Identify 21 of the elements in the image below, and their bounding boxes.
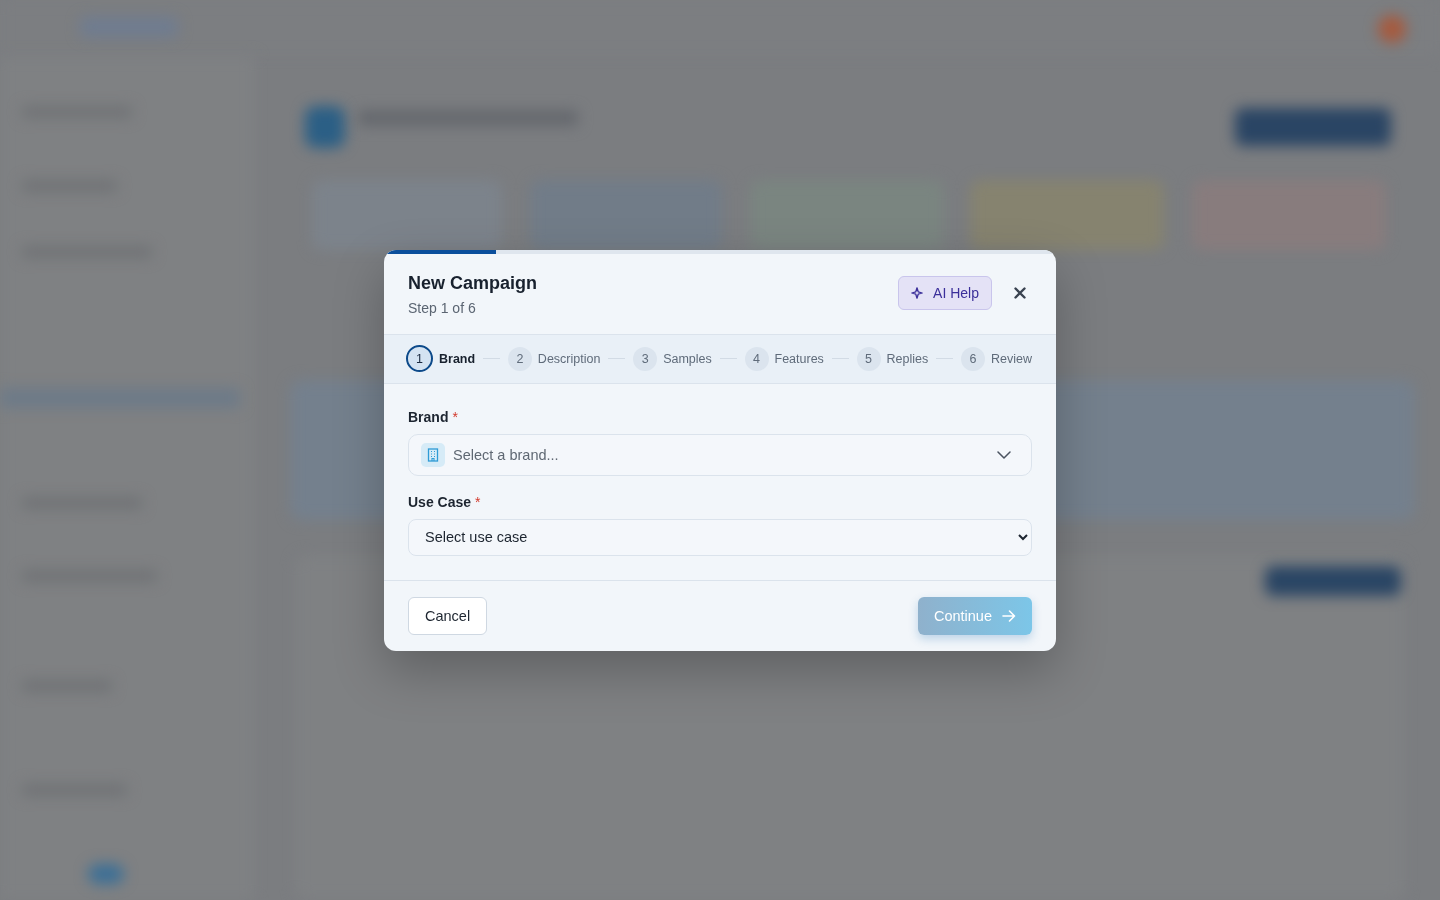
arrow-right-icon: [1002, 609, 1016, 622]
step-tab[interactable]: 4 Features: [744, 346, 824, 371]
step-tab[interactable]: 5 Replies: [856, 346, 929, 371]
sparkle-icon: [911, 286, 924, 299]
brand-select[interactable]: Select a brand...: [408, 433, 1032, 476]
field-label: Use Case: [408, 492, 472, 511]
close-icon: [1014, 286, 1026, 299]
step-tab[interactable]: 6 Review: [961, 346, 1032, 371]
dialog-subtitle: Step 1 of 6: [408, 299, 477, 317]
building-icon: [421, 442, 445, 467]
cancel-button[interactable]: Cancel: [408, 596, 488, 635]
step-tab[interactable]: 2 Description: [507, 346, 601, 371]
field-label: Brand: [408, 407, 449, 426]
required-mark: *: [475, 492, 481, 511]
use-case-select[interactable]: Select use case: [408, 518, 1032, 556]
step-tab[interactable]: 3 Samples: [633, 346, 712, 371]
ai-help-button[interactable]: AI Help: [898, 275, 992, 310]
required-mark: *: [452, 407, 458, 426]
chevron-down-icon: [997, 450, 1011, 459]
dialog-title: New Campaign: [408, 272, 538, 294]
step-tab[interactable]: 1 Brand: [406, 345, 476, 372]
